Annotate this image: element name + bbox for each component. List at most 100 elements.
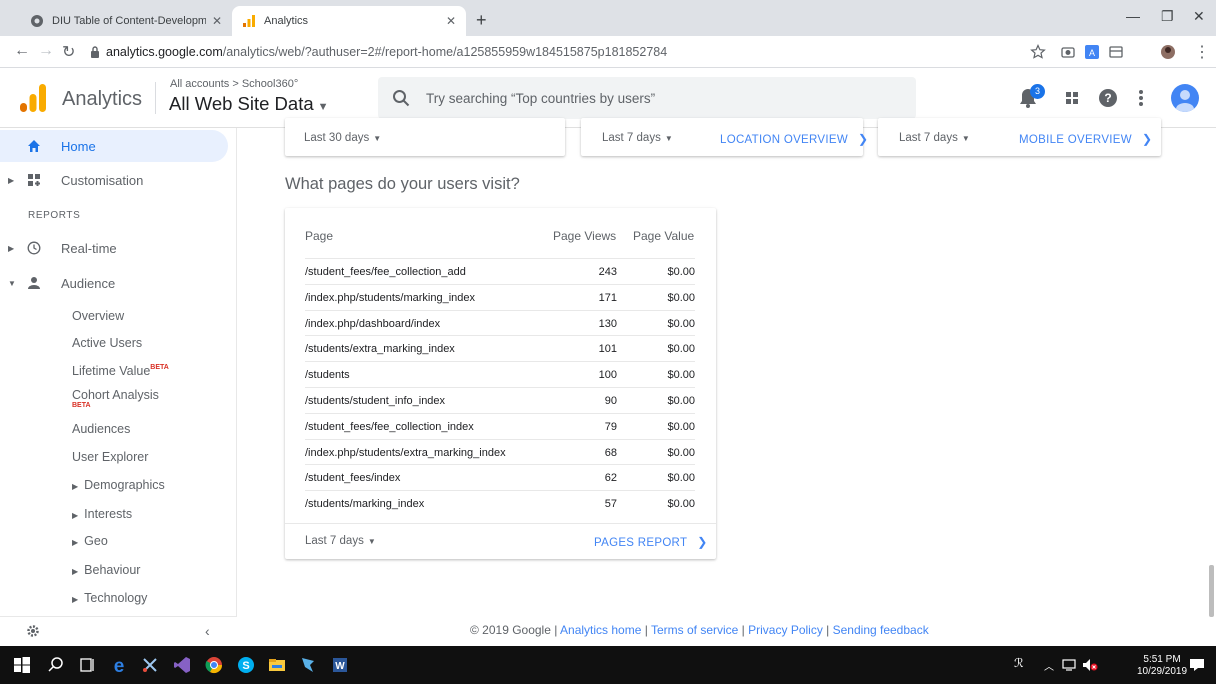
page-path-link[interactable]: /students/extra_marking_index [305,343,455,355]
sidebar-item-technology[interactable]: ▶ Technology [72,591,147,605]
system-clock[interactable]: 5:51 PM 10/29/2019 [1137,654,1187,678]
page-path-link[interactable]: /index.php/dashboard/index [305,318,440,330]
summary-card-location: Last 7 days ▼ LOCATION OVERVIEW ❯ [581,118,868,156]
table-row: /students/extra_marking_index 101 $0.00 [305,335,695,361]
chevron-up-icon[interactable]: ︿ [1044,658,1054,673]
sending-feedback-link[interactable]: Sending feedback [833,623,929,637]
analytics-home-link[interactable]: Analytics home [560,623,641,637]
mobile-overview-link[interactable]: MOBILE OVERVIEW ❯ [1019,132,1152,146]
search-input[interactable] [426,88,896,108]
date-range-selector[interactable]: Last 7 days ▼ [602,132,673,144]
privacy-policy-link[interactable]: Privacy Policy [748,623,823,637]
help-icon[interactable]: ? [1097,87,1119,109]
footer-separator: | [738,623,749,637]
sidebar-item-behaviour[interactable]: ▶ Behaviour [72,563,140,577]
footer-separator: | [822,623,833,637]
table-row: /index.php/students/marking_index 171 $0.0… [305,283,695,310]
sidebar-item-customisation[interactable]: ▶ Customisation [0,164,228,196]
gear-icon[interactable] [26,624,40,638]
search-box[interactable] [378,77,916,119]
reload-icon[interactable]: ↻ [62,42,75,62]
location-overview-link[interactable]: LOCATION OVERVIEW ❯ [720,132,868,146]
sidebar-item-home[interactable]: Home [0,130,228,162]
caret-down-icon: ▼ [373,134,382,143]
pages-report-link[interactable]: PAGES REPORT ❯ [594,535,708,549]
sidebar-item-label: Lifetime Value [72,364,151,378]
sidebar-item-audience[interactable]: ▼ Audience [0,267,228,299]
new-tab-icon[interactable]: + [476,10,487,31]
snipping-tool-icon[interactable] [141,656,159,674]
chrome-icon[interactable] [205,656,223,674]
notification-count-badge: 3 [1030,84,1045,99]
date-range-selector[interactable]: Last 7 days ▼ [899,132,970,144]
url-path: /analytics/web/?authuser=2#/report-home/… [222,45,668,59]
windows-start-icon[interactable] [13,656,31,674]
chevron-right-icon: ❯ [1141,132,1153,146]
page-path-link[interactable]: /student_fees/fee_collection_index [305,421,474,433]
sidebar-item-lifetime-value[interactable]: Lifetime ValueBETA [72,364,169,378]
account-breadcrumb[interactable]: All accounts > School360° [170,78,298,90]
translate-extension-icon[interactable]: A [1084,44,1100,60]
restore-icon[interactable]: ❐ [1161,8,1174,25]
visual-studio-icon[interactable] [173,656,191,674]
date-range-selector[interactable]: Last 7 days ▼ [305,535,376,547]
page-path-link[interactable]: /students/marking_index [305,498,424,510]
account-avatar[interactable] [1171,84,1199,112]
collapse-sidebar-icon[interactable]: ‹ [205,623,210,639]
search-icon[interactable] [47,656,65,674]
page-path-link[interactable]: /students/student_info_index [305,395,445,407]
word-icon[interactable]: W [331,656,349,674]
apps-grid-icon[interactable] [1061,87,1083,109]
close-icon[interactable]: ✕ [212,14,222,28]
table-row: /students 100 $0.00 [305,361,695,387]
star-icon[interactable] [1030,44,1046,60]
sidebar-item-interests[interactable]: ▶ Interests [72,507,132,521]
edge-browser-icon[interactable]: e [110,656,128,674]
expand-arrow-icon: ▶ [8,175,15,185]
date-range-selector[interactable]: Last 30 days ▼ [304,132,381,144]
profile-picture-icon[interactable] [1160,44,1176,60]
more-vert-icon[interactable] [1130,87,1152,109]
sidebar-item-geo[interactable]: ▶ Geo [72,534,108,548]
forward-icon[interactable]: → [38,42,54,60]
camera-extension-icon[interactable] [1060,44,1076,60]
sidebar-item-realtime[interactable]: ▶ Real-time [0,232,228,264]
page-views-value: 100 [598,369,617,382]
action-center-icon[interactable] [1188,656,1206,674]
page-path-link[interactable]: /students [305,369,350,381]
sidebar-item-demographics[interactable]: ▶ Demographics [72,478,165,492]
app-icon[interactable] [299,656,317,674]
task-view-icon[interactable] [79,656,97,674]
page-value-value: $0.00 [667,472,695,485]
browser-menu-icon[interactable]: ⋮ [1194,42,1210,62]
back-icon[interactable]: ← [14,42,30,60]
close-icon[interactable]: ✕ [446,14,456,28]
people-icon[interactable]: ℛ [1014,656,1024,670]
sidebar-item-user-explorer[interactable]: User Explorer [72,450,148,464]
browser-tab-analytics[interactable]: Analytics ✕ [232,6,466,36]
sidebar-item-active-users[interactable]: Active Users [72,336,142,350]
minimize-icon[interactable]: — [1126,8,1140,24]
page-path-link[interactable]: /student_fees/index [305,472,400,484]
extension-icon[interactable] [1108,44,1124,60]
caret-down-icon: ▼ [961,134,970,143]
network-icon[interactable] [1062,658,1076,672]
browser-tab-diu[interactable]: DIU Table of Content-Developme ✕ [20,6,232,36]
sidebar-item-cohort-analysis[interactable]: Cohort Analysis [72,388,159,402]
sidebar-item-overview[interactable]: Overview [72,309,124,323]
file-explorer-icon[interactable] [268,656,286,674]
volume-muted-icon[interactable] [1082,658,1098,672]
terms-of-service-link[interactable]: Terms of service [651,623,738,637]
page-path-link[interactable]: /index.php/students/marking_index [305,292,475,304]
page-path-link[interactable]: /student_fees/fee_collection_add [305,266,466,278]
page-scrollbar[interactable] [1209,565,1214,617]
skype-icon[interactable]: S [237,656,255,674]
beta-badge: BETA [72,402,91,409]
sidebar-item-audiences[interactable]: Audiences [72,422,130,436]
url-field[interactable]: analytics.google.com/analytics/web/?auth… [106,45,667,59]
page-path-link[interactable]: /index.php/students/extra_marking_index [305,447,506,459]
close-window-icon[interactable]: ✕ [1193,8,1205,25]
table-footer: Last 7 days ▼ PAGES REPORT ❯ [285,523,716,559]
view-selector[interactable]: All Web Site Data ▼ [169,93,329,115]
clock-icon [27,241,41,255]
